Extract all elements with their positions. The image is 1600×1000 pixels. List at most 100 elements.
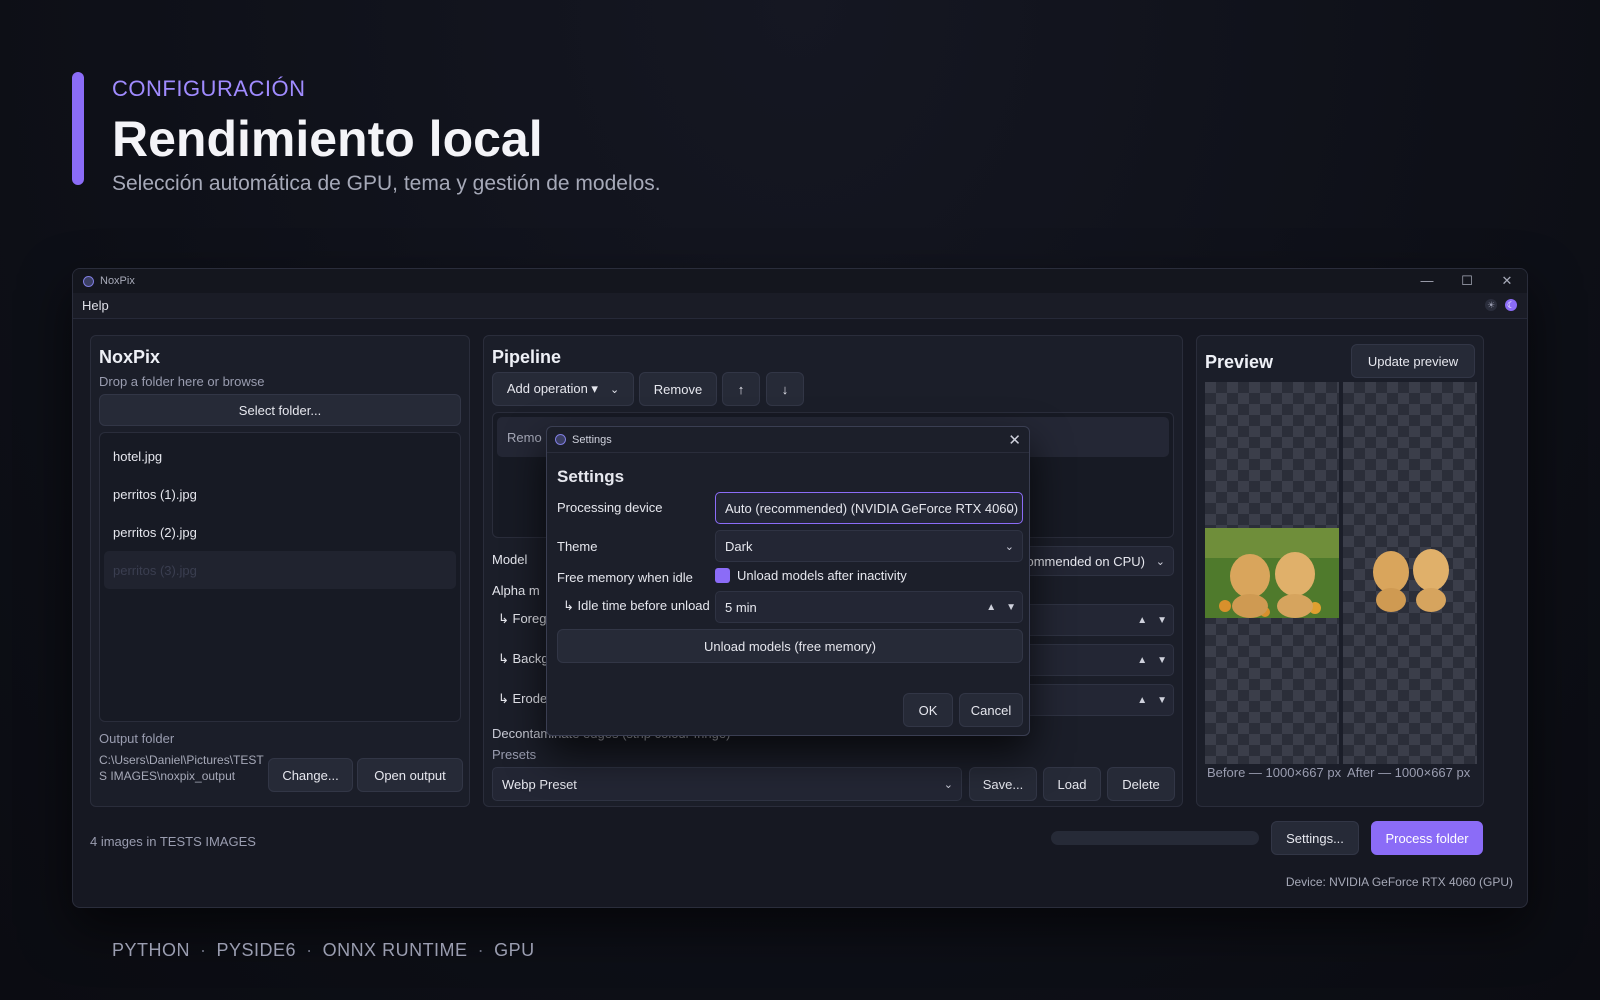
device-label: Processing device xyxy=(557,500,663,515)
moon-icon[interactable]: ☾ xyxy=(1505,299,1517,311)
before-photo xyxy=(1205,528,1339,618)
pipeline-title: Pipeline xyxy=(492,347,562,367)
tag-python: PYTHON xyxy=(112,940,191,960)
dialog-window-title: Settings xyxy=(572,433,612,446)
foreground-label: ↳ Foreg xyxy=(498,611,547,626)
sun-icon[interactable]: ☀ xyxy=(1485,299,1497,311)
drop-hint: Drop a folder here or browse xyxy=(99,374,265,389)
operation-item-label: Remo xyxy=(507,429,542,445)
preset-select-value: Webp Preset xyxy=(502,776,577,792)
model-label: Model xyxy=(492,552,528,567)
hero-eyebrow: CONFIGURACIÓN xyxy=(112,76,306,101)
close-icon[interactable]: ✕ xyxy=(1008,431,1021,449)
window-titlebar: NoxPix — ☐ ✕ xyxy=(73,269,1527,293)
background-label: ↳ Backg xyxy=(498,651,549,666)
down-arrow-icon[interactable]: ▼ xyxy=(1157,615,1167,626)
tag-separator: · xyxy=(477,940,485,960)
unload-checkbox-label: Unload models after inactivity xyxy=(737,568,907,583)
cancel-button[interactable]: Cancel xyxy=(959,693,1023,727)
process-folder-button[interactable]: Process folder xyxy=(1371,821,1483,855)
tag-gpu: GPU xyxy=(494,940,535,960)
preset-select[interactable]: Webp Preset ⌄ xyxy=(492,767,962,801)
down-arrow-icon[interactable]: ▼ xyxy=(1157,695,1167,706)
close-icon[interactable]: ✕ xyxy=(1487,269,1527,293)
change-output-button[interactable]: Change... xyxy=(268,758,353,792)
hero-subtitle: Selección automática de GPU, tema y gest… xyxy=(112,172,661,195)
device-select-value: Auto (recommended) (NVIDIA GeForce RTX 4… xyxy=(725,500,1019,516)
menu-help[interactable]: Help xyxy=(82,298,109,313)
minimize-icon[interactable]: — xyxy=(1407,269,1447,293)
chevron-down-icon: ⌄ xyxy=(1004,502,1014,515)
remove-operation-button[interactable]: Remove xyxy=(639,372,717,406)
add-operation-button[interactable]: Add operation ▾ ⌄ xyxy=(492,372,634,406)
down-arrow-icon[interactable]: ▼ xyxy=(1157,655,1167,666)
up-arrow-icon[interactable]: ▲ xyxy=(1137,615,1147,626)
after-preview xyxy=(1343,382,1477,764)
theme-toggle[interactable]: ☀ ☾ xyxy=(1485,299,1517,311)
list-item[interactable]: perritos (1).jpg xyxy=(104,475,456,513)
erode-label: ↳ Erode xyxy=(498,691,548,706)
chevron-down-icon: ⌄ xyxy=(943,778,953,791)
checkbox-checked[interactable] xyxy=(715,568,730,583)
chevron-down-icon: ⌄ xyxy=(1155,555,1165,568)
chevron-down-icon: ⌄ xyxy=(609,383,620,396)
chevron-down-icon: ⌄ xyxy=(1004,540,1014,553)
open-output-button[interactable]: Open output xyxy=(357,758,463,792)
source-panel-title: NoxPix xyxy=(99,347,161,367)
up-arrow-icon[interactable]: ▲ xyxy=(1137,655,1147,666)
app-logo-icon xyxy=(83,275,94,287)
move-down-button[interactable]: ↓ xyxy=(766,372,804,406)
settings-dialog: Settings ✕ Settings Processing device Au… xyxy=(546,426,1030,736)
theme-select[interactable]: Dark ⌄ xyxy=(715,530,1023,562)
presets-label: Presets xyxy=(492,747,537,762)
add-operation-label: Add operation ▾ xyxy=(506,381,598,396)
foreground-spinbox[interactable]: ▲ ▼ xyxy=(1014,604,1174,636)
tag-separator: · xyxy=(200,940,207,960)
load-preset-button[interactable]: Load xyxy=(1043,767,1101,801)
delete-preset-button[interactable]: Delete xyxy=(1107,767,1175,801)
before-preview xyxy=(1205,382,1339,764)
output-path: C:\Users\Daniel\Pictures\TESTS IMAGES\no… xyxy=(99,753,264,783)
ok-button[interactable]: OK xyxy=(903,693,953,727)
progress-bar xyxy=(1051,831,1259,845)
background-spinbox[interactable]: ▲ ▼ xyxy=(1014,644,1174,676)
down-arrow-icon[interactable]: ▼ xyxy=(1006,602,1016,613)
alpha-label: Alpha m xyxy=(492,583,540,598)
source-panel: NoxPix Drop a folder here or browse Sele… xyxy=(90,335,470,807)
settings-button[interactable]: Settings... xyxy=(1271,821,1359,855)
after-cutout xyxy=(1373,549,1449,612)
save-preset-button[interactable]: Save... xyxy=(969,767,1037,801)
dialog-heading: Settings xyxy=(557,467,625,486)
app-logo-icon xyxy=(555,434,566,445)
update-preview-button[interactable]: Update preview xyxy=(1351,344,1475,378)
free-memory-label: Free memory when idle xyxy=(557,570,693,585)
idle-time-label: ↳ Idle time before unload xyxy=(563,598,710,613)
up-arrow-icon[interactable]: ▲ xyxy=(1137,695,1147,706)
unload-models-button[interactable]: Unload models (free memory) xyxy=(557,629,1023,663)
file-list[interactable]: hotel.jpg perritos (1).jpg perritos (2).… xyxy=(99,432,461,722)
menubar: Help ☀ ☾ xyxy=(73,293,1527,319)
select-folder-button[interactable]: Select folder... xyxy=(99,394,461,426)
tag-separator: · xyxy=(306,940,313,960)
output-folder-label: Output folder xyxy=(99,731,175,746)
accent-bar xyxy=(72,72,84,185)
idle-time-value: 5 min xyxy=(725,599,757,615)
dialog-titlebar: Settings ✕ xyxy=(547,427,1029,453)
list-item[interactable]: perritos (2).jpg xyxy=(104,513,456,551)
erode-spinbox[interactable]: ▲ ▼ xyxy=(1014,684,1174,716)
hero-title: Rendimiento local xyxy=(112,111,543,167)
list-item[interactable]: hotel.jpg xyxy=(104,437,456,475)
up-arrow-icon[interactable]: ▲ xyxy=(986,602,996,613)
idle-time-spinbox[interactable]: 5 min ▲ ▼ xyxy=(715,591,1023,623)
unload-checkbox-row[interactable]: Unload models after inactivity xyxy=(715,568,907,583)
preview-panel: Preview Update preview Before — 1000×667… xyxy=(1196,335,1484,807)
theme-label: Theme xyxy=(557,539,598,554)
maximize-icon[interactable]: ☐ xyxy=(1447,269,1487,293)
tech-tags: PYTHON · PYSIDE6 · ONNX RUNTIME · GPU xyxy=(112,940,535,961)
device-select[interactable]: Auto (recommended) (NVIDIA GeForce RTX 4… xyxy=(715,492,1023,524)
move-up-button[interactable]: ↑ xyxy=(722,372,760,406)
device-status: Device: NVIDIA GeForce RTX 4060 (GPU) xyxy=(1285,875,1513,889)
list-item[interactable]: perritos (3).jpg xyxy=(104,551,456,589)
window-title: NoxPix xyxy=(100,275,135,287)
theme-select-value: Dark xyxy=(725,538,753,554)
